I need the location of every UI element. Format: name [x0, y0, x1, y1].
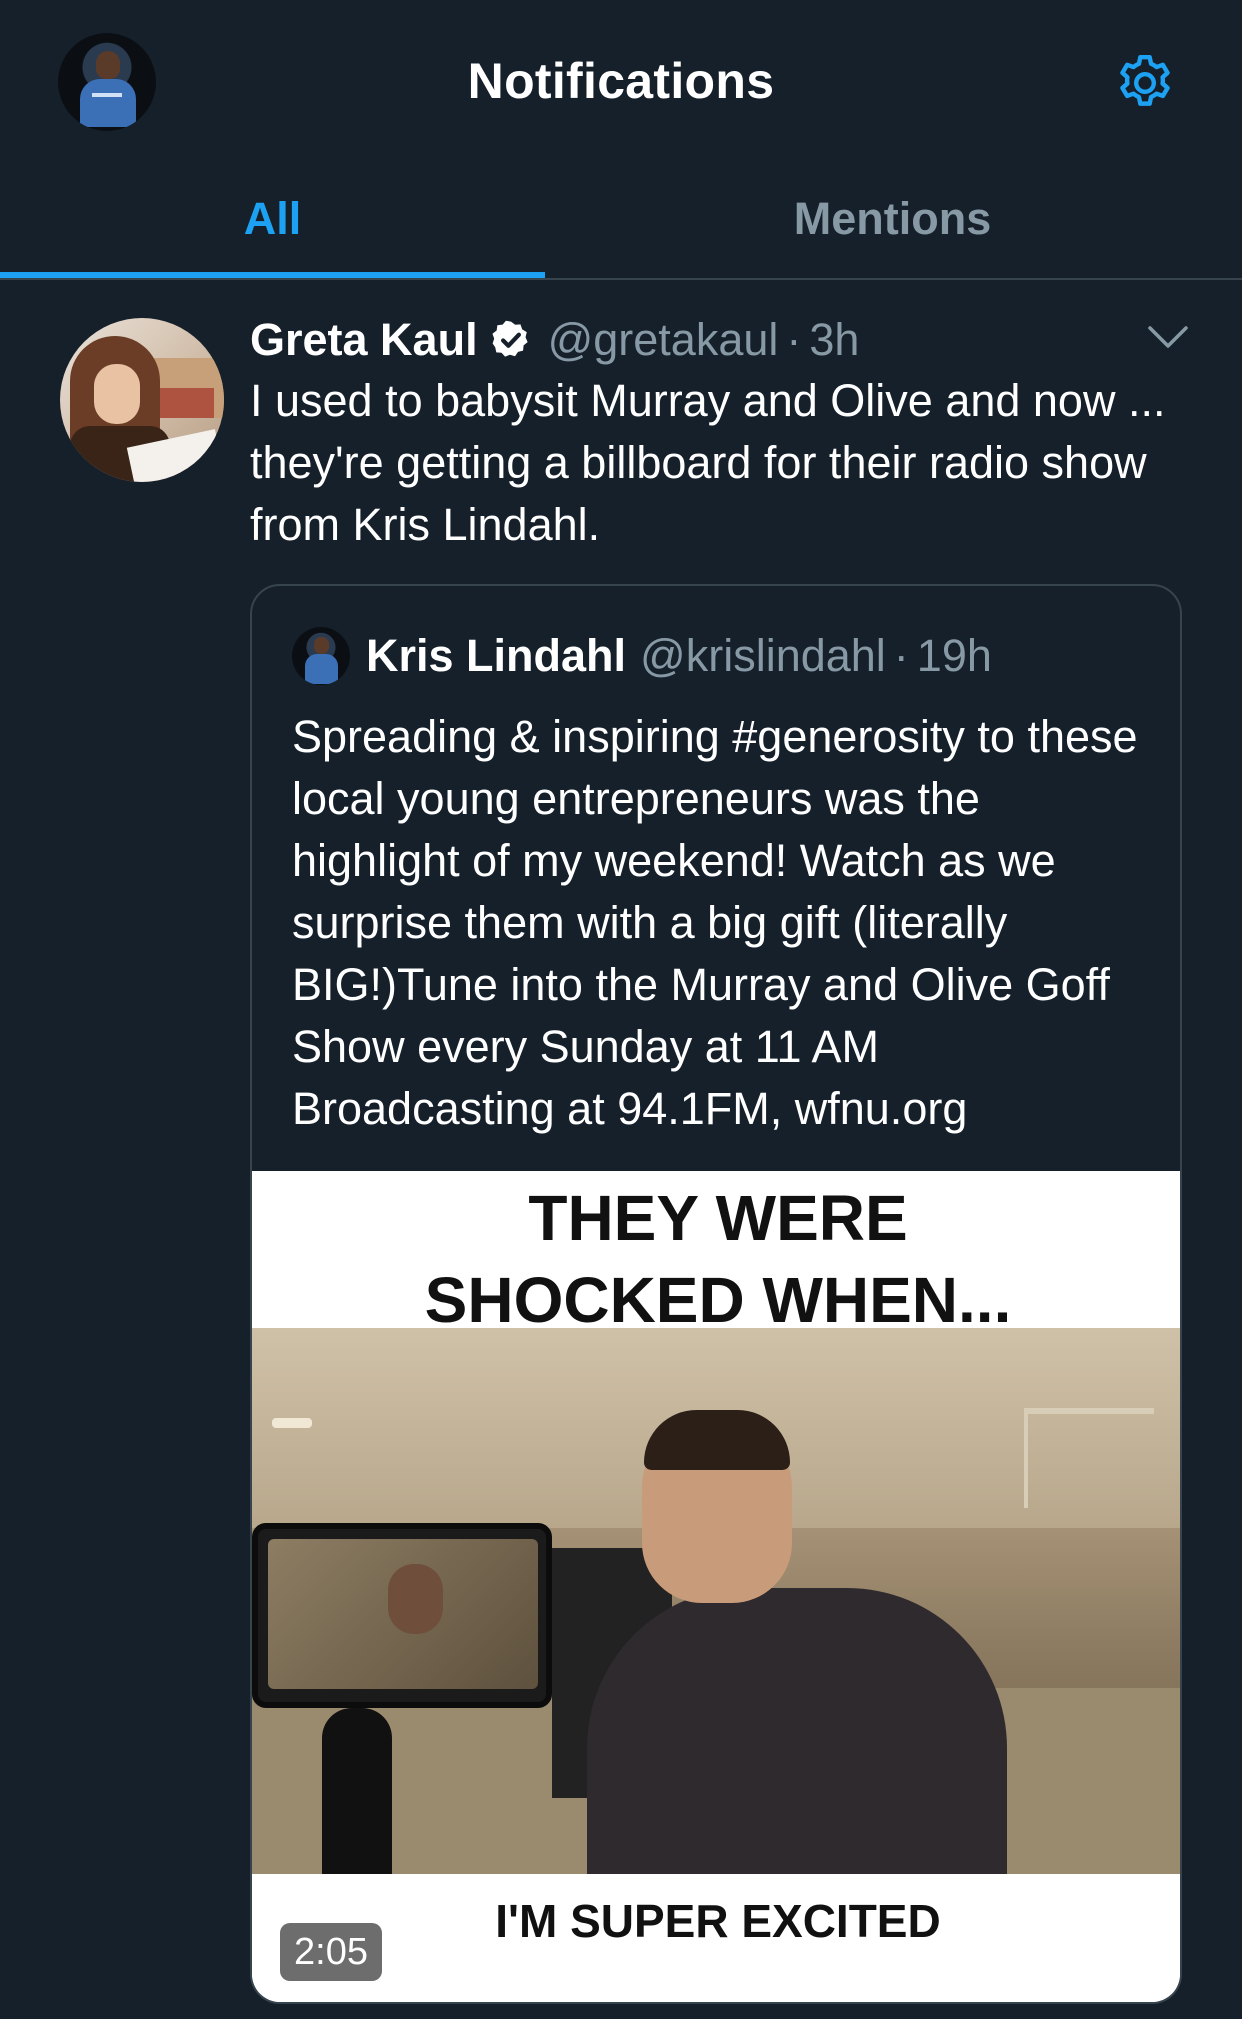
video-caption-top-line1: THEY WERE: [528, 1182, 908, 1254]
tab-all[interactable]: All: [0, 160, 545, 278]
video-thumbnail: [252, 1328, 1180, 1874]
notification-tabs: All Mentions: [0, 160, 1242, 280]
author-handle: @gretakaul: [547, 314, 779, 365]
gear-icon[interactable]: [1112, 50, 1178, 116]
top-bar: Notifications: [0, 0, 1242, 160]
tweet-time: 3h: [809, 314, 860, 365]
author-avatar[interactable]: [60, 318, 224, 482]
quoted-meta-separator: ·: [893, 630, 909, 681]
verified-badge-icon: [492, 320, 528, 357]
quoted-author-handle: @krislindahl: [640, 630, 886, 681]
page-title: Notifications: [467, 53, 775, 109]
chevron-down-icon[interactable]: [1146, 322, 1190, 352]
quoted-tweet-time: 19h: [916, 630, 992, 681]
quoted-tweet-text: Spreading & inspiring #generosity to the…: [292, 711, 1138, 1134]
meta-separator: ·: [786, 314, 802, 365]
notifications-screen: Notifications All Mentions Greta Kaul @g…: [0, 0, 1242, 2019]
tweet-header: Greta Kaul @gretakaul · 3h: [250, 312, 859, 368]
video-duration-badge: 2:05: [280, 1923, 382, 1981]
video-player[interactable]: THEY WERE SHOCKED WHEN... I'M SUPER EXCI…: [252, 1171, 1180, 2002]
quoted-author-avatar: [292, 627, 350, 685]
quoted-author-name: Kris Lindahl: [366, 630, 627, 681]
quoted-tweet-header: Kris Lindahl @krislindahl · 19h: [292, 626, 992, 686]
tweet-text: I used to babysit Murray and Olive and n…: [250, 375, 1166, 550]
video-caption-top: THEY WERE SHOCKED WHEN...: [252, 1171, 1180, 1336]
tweet[interactable]: Greta Kaul @gretakaul · 3h I used to bab…: [0, 282, 1242, 2019]
author-name[interactable]: Greta Kaul: [250, 314, 478, 366]
tab-mentions[interactable]: Mentions: [620, 160, 1165, 278]
video-caption-bottom: I'M SUPER EXCITED: [252, 1874, 1180, 2002]
quoted-tweet[interactable]: Kris Lindahl @krislindahl · 19h Spreadin…: [250, 584, 1182, 2004]
active-tab-indicator: [0, 272, 545, 278]
